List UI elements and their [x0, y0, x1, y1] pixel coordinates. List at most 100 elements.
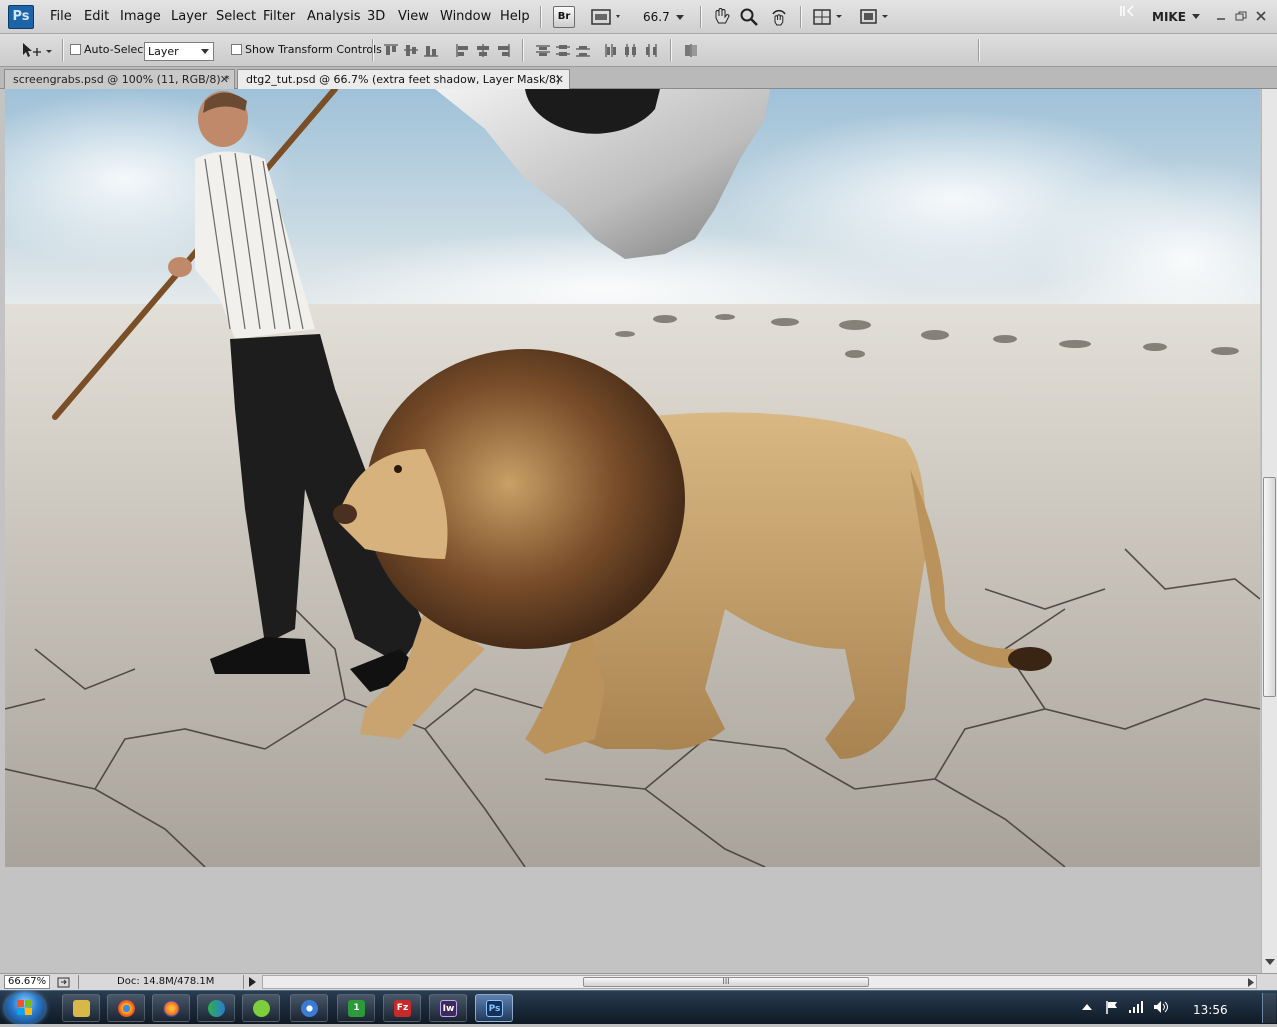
- taskbar-indesign[interactable]: Iw: [429, 994, 467, 1022]
- horizontal-scrollbar[interactable]: III: [262, 975, 1257, 989]
- export-icon[interactable]: [57, 976, 71, 989]
- taskbar-firefox[interactable]: [152, 994, 190, 1022]
- chevron-down-icon: [201, 49, 209, 54]
- itunes-icon: [301, 1000, 318, 1017]
- taskbar-clock[interactable]: 13:56: [1193, 1003, 1228, 1017]
- scroll-right-icon[interactable]: [1248, 978, 1256, 987]
- rotate-hand-icon: [772, 9, 786, 26]
- restore-icon: [1235, 11, 1247, 21]
- zoom-tool-button[interactable]: [738, 6, 760, 28]
- start-button[interactable]: [5, 992, 45, 1024]
- taskbar-photoshop[interactable]: Ps: [475, 994, 513, 1022]
- menu-layer[interactable]: Layer: [171, 9, 207, 24]
- bridge-button[interactable]: Br: [553, 6, 575, 28]
- show-desktop-button[interactable]: [1262, 993, 1276, 1023]
- taskbar-filezilla[interactable]: Fz: [383, 994, 421, 1022]
- vertical-scroll-thumb[interactable]: [1263, 477, 1276, 697]
- align-right-edges-icon[interactable]: [496, 44, 510, 57]
- minimize-button[interactable]: [1212, 8, 1230, 24]
- taskbar-explorer[interactable]: [62, 994, 100, 1022]
- distribute-right-edges-icon[interactable]: [644, 44, 658, 57]
- document-canvas[interactable]: [5, 89, 1260, 867]
- view-extras-button[interactable]: [590, 6, 626, 28]
- menu-edit[interactable]: Edit: [84, 9, 109, 24]
- zoom-level-dropdown[interactable]: 66.7: [643, 6, 691, 28]
- show-transform-controls-checkbox[interactable]: [231, 44, 242, 55]
- zoom-level-value: 66.7: [643, 10, 670, 24]
- auto-select-label: Auto-Select:: [84, 43, 152, 56]
- tab-screengrabs[interactable]: screengrabs.psd @ 100% (11, RGB/8) * ✕: [4, 69, 235, 89]
- document-tab-bar: screengrabs.psd @ 100% (11, RGB/8) * ✕ d…: [0, 67, 1277, 105]
- distribute-top-edges-icon[interactable]: [536, 44, 550, 57]
- rotate-view-button[interactable]: [768, 6, 790, 28]
- menu-analysis[interactable]: Analysis: [307, 9, 361, 24]
- distribute-left-edges-icon[interactable]: [604, 44, 618, 57]
- status-menu-arrow-icon[interactable]: [249, 977, 257, 987]
- distribute-bottom-edges-icon[interactable]: [576, 44, 590, 57]
- menu-select[interactable]: Select: [216, 9, 256, 24]
- menu-help[interactable]: Help: [500, 9, 530, 24]
- separator: [978, 39, 979, 61]
- tool-preset-picker[interactable]: [20, 40, 56, 62]
- taskbar-upwork[interactable]: 1: [337, 994, 375, 1022]
- align-vertical-centers-icon[interactable]: [404, 44, 418, 57]
- taskbar-messenger[interactable]: [197, 994, 235, 1022]
- align-bottom-edges-icon[interactable]: [424, 44, 438, 57]
- network-signal-icon[interactable]: [1128, 999, 1144, 1015]
- frog-icon: [253, 1000, 270, 1017]
- taskbar-itunes[interactable]: [290, 994, 328, 1022]
- menu-3d[interactable]: 3D: [367, 9, 385, 24]
- tab-label: screengrabs.psd @ 100% (11, RGB/8) *: [13, 73, 230, 86]
- close-icon[interactable]: ✕: [555, 70, 564, 89]
- auto-align-layers-icon[interactable]: [684, 44, 698, 57]
- screen-mode-button[interactable]: [858, 6, 894, 28]
- separator: [540, 6, 541, 28]
- close-button[interactable]: [1252, 8, 1270, 24]
- film-strip-icon: [591, 9, 620, 25]
- align-horizontal-centers-icon[interactable]: [476, 44, 490, 57]
- taskbar-frog-app[interactable]: [242, 994, 280, 1022]
- workspace-name[interactable]: MIKE: [1152, 10, 1186, 24]
- arrange-documents-button[interactable]: [812, 6, 848, 28]
- show-hidden-icons-icon[interactable]: [1082, 1003, 1092, 1011]
- vertical-scrollbar[interactable]: [1261, 89, 1277, 973]
- taskbar-chrome[interactable]: [107, 994, 145, 1022]
- upwork-icon: 1: [348, 1000, 365, 1017]
- menu-file[interactable]: File: [50, 9, 72, 24]
- auto-select-dropdown[interactable]: Layer: [144, 42, 214, 61]
- volume-icon[interactable]: [1152, 999, 1170, 1015]
- tab-dtg2-tut[interactable]: dtg2_tut.psd @ 66.7% (extra feet shadow,…: [237, 69, 570, 105]
- menu-window[interactable]: Window: [440, 9, 491, 24]
- chrome-icon: [118, 1000, 135, 1017]
- separator: [522, 39, 523, 61]
- minimize-icon: [1217, 18, 1225, 20]
- distribute-vertical-centers-icon[interactable]: [556, 44, 570, 57]
- hand-tool-button[interactable]: [710, 6, 732, 28]
- workspace-switcher-icon[interactable]: [1118, 4, 1140, 18]
- separator: [800, 6, 801, 28]
- restore-button[interactable]: [1232, 8, 1250, 24]
- options-bar: Auto-Select: Layer Show Transform Contro…: [0, 34, 1277, 67]
- distribute-horizontal-centers-icon[interactable]: [624, 44, 638, 57]
- menu-bar: Ps File Edit Image Layer Select Filter A…: [0, 0, 1277, 34]
- arrange-icon: [813, 9, 842, 25]
- align-left-edges-icon[interactable]: [456, 44, 470, 57]
- menu-view[interactable]: View: [398, 9, 429, 24]
- status-bar: 66.67% Doc: 14.8M/478.1M III: [0, 973, 1277, 990]
- horizontal-scroll-thumb[interactable]: III: [583, 977, 869, 987]
- magnifier-icon: [740, 8, 758, 26]
- menu-image[interactable]: Image: [120, 9, 161, 24]
- photoshop-icon: Ps: [486, 1000, 503, 1017]
- separator: [372, 39, 373, 61]
- artwork-image: [5, 89, 1260, 867]
- photoshop-logo[interactable]: Ps: [8, 5, 34, 29]
- auto-select-checkbox[interactable]: [70, 44, 81, 55]
- menu-filter[interactable]: Filter: [263, 9, 295, 24]
- scroll-down-icon[interactable]: [1265, 959, 1275, 967]
- chevron-down-icon[interactable]: [1192, 14, 1200, 19]
- action-center-flag-icon[interactable]: [1104, 999, 1120, 1015]
- align-top-edges-icon[interactable]: [384, 44, 398, 57]
- zoom-percentage-field[interactable]: 66.67%: [4, 975, 50, 989]
- firefox-icon: [163, 1000, 180, 1017]
- close-icon[interactable]: ✕: [220, 70, 229, 89]
